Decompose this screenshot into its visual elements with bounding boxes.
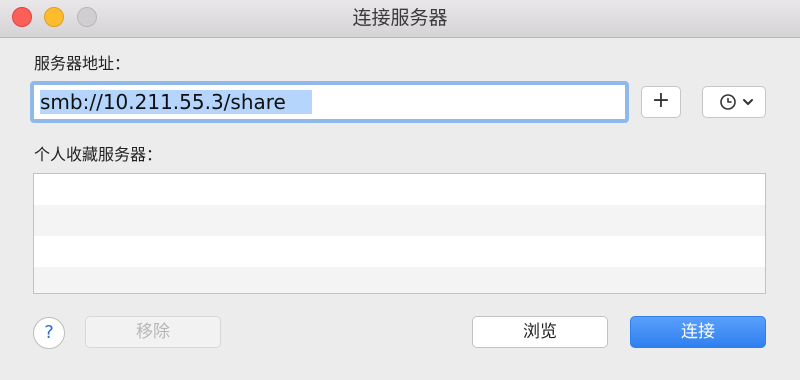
browse-button[interactable]: 浏览 [472,316,608,348]
favorite-servers-list[interactable] [33,173,766,294]
list-row [34,267,765,293]
connect-server-window: 连接服务器 服务器地址： + 个人收藏服务器： ? 移除 浏览 连接 [0,0,800,380]
favorite-servers-label: 个人收藏服务器： [34,145,163,164]
remove-button: 移除 [85,316,221,348]
clock-icon [720,94,736,110]
server-address-field[interactable] [30,81,629,123]
recent-servers-button[interactable] [702,86,766,118]
list-row [34,205,765,236]
server-address-label: 服务器地址： [34,54,131,73]
connect-button[interactable]: 连接 [630,316,766,348]
title-bar: 连接服务器 [0,0,800,38]
list-row [34,174,765,205]
server-address-input[interactable] [34,85,625,119]
list-row [34,236,765,267]
chevron-down-icon [743,99,753,105]
window-title: 连接服务器 [352,7,448,29]
add-favorite-button[interactable]: + [641,86,681,118]
help-button[interactable]: ? [33,317,65,349]
